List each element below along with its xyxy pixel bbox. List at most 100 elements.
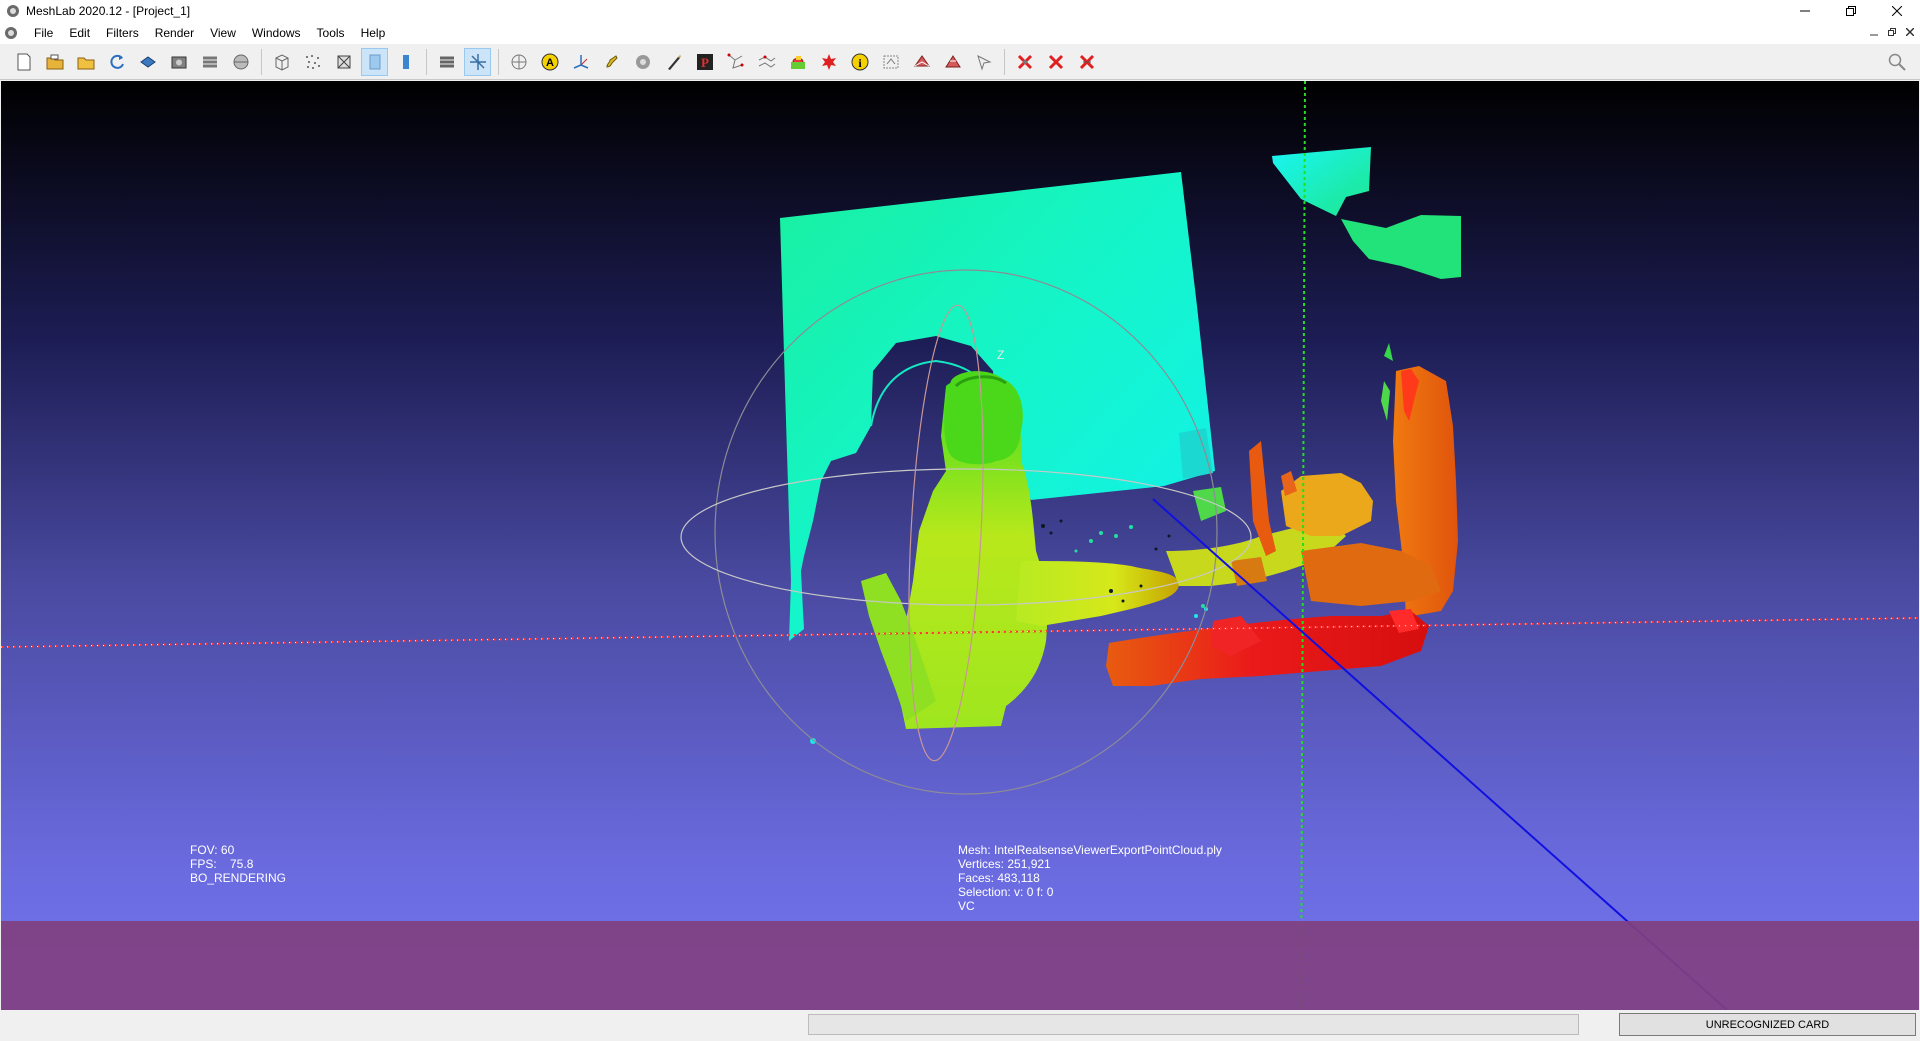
close-icon (1906, 28, 1914, 36)
reload-icon (109, 54, 124, 69)
menu-render[interactable]: Render (147, 22, 202, 44)
paint-button[interactable] (598, 48, 625, 76)
menu-file[interactable]: File (26, 22, 61, 44)
measure-button[interactable] (567, 48, 594, 76)
select-icon (635, 54, 650, 69)
raster-button[interactable] (877, 48, 904, 76)
upper-patch-2 (1341, 215, 1461, 279)
faces-text: Faces: 483,118 (958, 871, 1040, 885)
info-button[interactable]: i (846, 48, 873, 76)
reload-button[interactable] (103, 48, 130, 76)
manipulator-button[interactable] (464, 47, 491, 76)
selection-text: Selection: v: 0 f: 0 (958, 885, 1054, 899)
menu-view[interactable]: View (202, 22, 244, 44)
light-button[interactable] (433, 48, 460, 76)
mdi-minimize-button[interactable] (1868, 26, 1880, 38)
wireframe-button[interactable] (268, 48, 295, 76)
annotation-icon: A (541, 53, 558, 70)
menu-help[interactable]: Help (353, 22, 394, 44)
delete-vertices-icon (913, 54, 930, 66)
toolbar-separator (261, 48, 262, 75)
rendering-mode-text: BO_RENDERING (190, 871, 287, 885)
pick-points-icon: P (696, 53, 713, 70)
delete-vertices-button[interactable] (908, 48, 935, 76)
toolbar-separator (1004, 48, 1005, 75)
new-project-button[interactable] (10, 48, 37, 76)
open-project-button[interactable] (41, 48, 68, 76)
vertices-text: Vertices: 251,921 (958, 857, 1051, 871)
mdi-controls (1868, 26, 1916, 38)
snapshot-icon (171, 56, 186, 68)
flat-lines-button[interactable] (330, 48, 357, 76)
flat-button[interactable] (361, 47, 388, 76)
restore-button[interactable] (1828, 0, 1874, 22)
reference-button[interactable] (753, 48, 780, 76)
smooth-button[interactable] (392, 48, 419, 76)
person-arm (1016, 561, 1180, 626)
svg-text:P: P (701, 55, 709, 70)
bbox-icon (233, 54, 248, 69)
menu-edit[interactable]: Edit (61, 22, 98, 44)
close-button[interactable] (1874, 0, 1920, 22)
annotation-button[interactable]: A (536, 48, 563, 76)
flat-icon (369, 54, 380, 69)
points-icon (305, 54, 320, 69)
mesh-info: Mesh: IntelRealsenseViewerExportPointClo… (958, 843, 1222, 913)
mdi-restore-button[interactable] (1886, 26, 1898, 38)
menu-windows[interactable]: Windows (244, 22, 309, 44)
snapshot-button[interactable] (165, 48, 192, 76)
axis-label-z: Z (997, 348, 1004, 362)
pick-points-button[interactable]: P (691, 48, 718, 76)
select-button[interactable] (629, 48, 656, 76)
georef-button[interactable] (815, 48, 842, 76)
delete-all-selected-button[interactable] (1073, 48, 1100, 76)
smooth-icon (402, 54, 409, 69)
card-status-button[interactable]: UNRECOGNIZED CARD (1619, 1013, 1916, 1036)
main-toolbar: A P i (0, 44, 1920, 80)
desk (1106, 611, 1429, 686)
mesh-name-text: Mesh: IntelRealsenseViewerExportPointClo… (958, 843, 1222, 857)
georef-icon (821, 53, 836, 70)
reference-icon (758, 55, 775, 68)
export-mesh-icon (139, 55, 156, 68)
fov-text: FOV: 60 (190, 843, 235, 857)
layer-dialog-button[interactable] (196, 48, 223, 76)
align-icon (727, 53, 743, 69)
color-paint-button[interactable] (784, 48, 811, 76)
search-icon (1888, 53, 1906, 71)
mdi-close-button[interactable] (1904, 26, 1916, 38)
document-icon[interactable] (4, 26, 18, 40)
delete-faces-selected-icon (1048, 54, 1063, 69)
status-bar: UNRECOGNIZED CARD (0, 1010, 1920, 1041)
menu-bar: File Edit Filters Render View Windows To… (0, 22, 1920, 44)
select-none-button[interactable] (970, 48, 997, 76)
delete-selected-icon (1017, 54, 1032, 69)
points-button[interactable] (299, 48, 326, 76)
delete-faces-button[interactable] (939, 48, 966, 76)
selection-button[interactable] (505, 48, 532, 76)
render-info: FOV: 60 FPS: 75.8 BO_RENDERING (190, 843, 286, 885)
align-button[interactable] (722, 48, 749, 76)
measure-icon (573, 54, 588, 69)
paint-icon (605, 54, 618, 68)
toolbar-separator (426, 48, 427, 75)
search-button[interactable] (1883, 48, 1910, 76)
delete-all-selected-icon (1079, 54, 1094, 69)
meshlab-icon (7, 5, 19, 17)
menu-tools[interactable]: Tools (309, 22, 353, 44)
brush-button[interactable] (660, 48, 687, 76)
export-mesh-button[interactable] (134, 48, 161, 76)
minimize-button[interactable] (1782, 0, 1828, 22)
vertex-color-text: VC (958, 899, 975, 913)
fps-text: FPS: 75.8 (190, 857, 254, 871)
toolbar-separator (498, 48, 499, 75)
open-project-icon (46, 54, 63, 69)
delete-faces-selected-button[interactable] (1042, 48, 1069, 76)
window-title: MeshLab 2020.12 - [Project_1] (26, 4, 191, 18)
menu-filters[interactable]: Filters (98, 22, 147, 44)
close-icon (1892, 6, 1902, 16)
bbox-button[interactable] (227, 48, 254, 76)
delete-selected-button[interactable] (1011, 48, 1038, 76)
import-mesh-button[interactable] (72, 48, 99, 76)
progress-bar (808, 1014, 1579, 1035)
